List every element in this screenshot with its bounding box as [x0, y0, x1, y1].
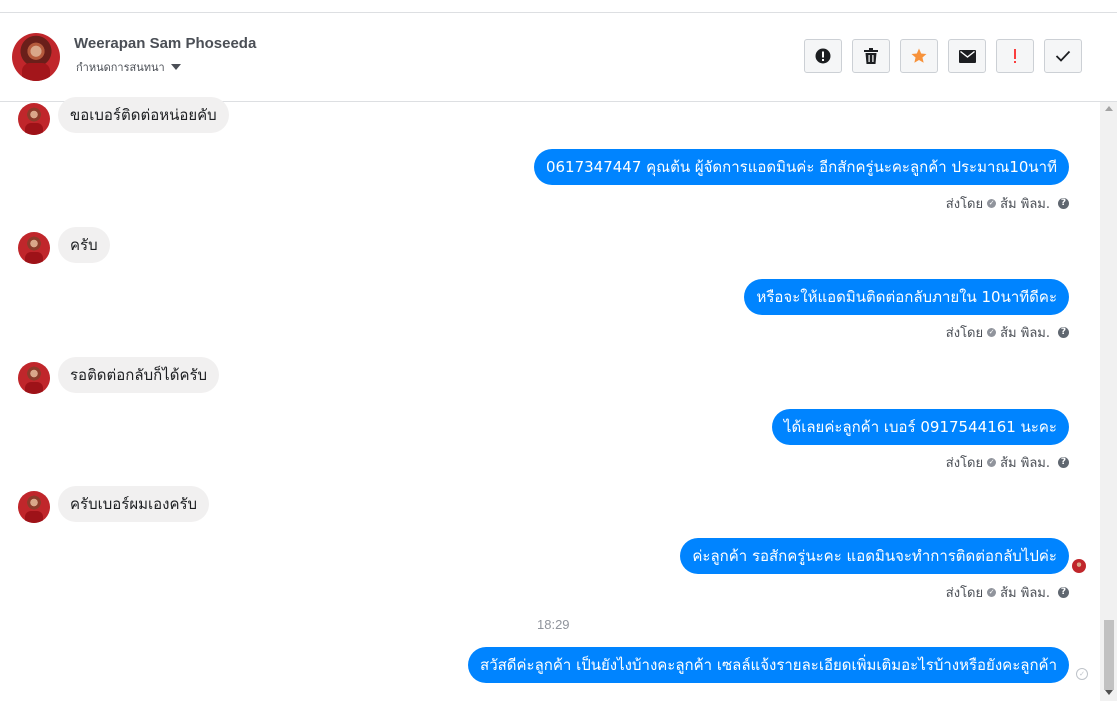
- incoming-message[interactable]: รอติดต่อกลับก็ได้ครับ: [58, 357, 220, 393]
- outgoing-message[interactable]: ค่ะลูกค้า รอสักครู่นะคะ แอดมินจะทำการติด…: [680, 538, 1069, 574]
- caret-down-icon: [170, 64, 181, 70]
- sent-by-name[interactable]: ส้ม พิลม.: [1000, 452, 1050, 473]
- info-icon: [815, 48, 831, 64]
- delete-button[interactable]: [852, 39, 890, 73]
- exclamation-icon: [1014, 49, 1016, 63]
- info-button[interactable]: [804, 39, 842, 73]
- star-icon: [911, 48, 927, 63]
- sender-avatar[interactable]: [18, 232, 50, 264]
- star-button[interactable]: [900, 39, 938, 73]
- flag-button[interactable]: [996, 39, 1034, 73]
- sent-by-line: ส่งโดย ✓ ส้ม พิลม. ?: [946, 452, 1069, 473]
- sent-by-name[interactable]: ส้ม พิลม.: [1000, 582, 1050, 603]
- contact-name[interactable]: Weerapan Sam Phoseeda: [74, 35, 256, 52]
- scrollbar-thumb[interactable]: [1104, 620, 1114, 690]
- sent-by-label: ส่งโดย: [945, 586, 984, 601]
- sender-avatar[interactable]: [18, 362, 50, 394]
- checkmark-circle-icon: ✓: [987, 328, 997, 337]
- checkmark-circle-icon: ✓: [987, 458, 997, 467]
- trash-icon: [864, 48, 878, 64]
- scrollbar[interactable]: [1100, 102, 1117, 701]
- help-icon[interactable]: ?: [1058, 457, 1069, 468]
- seen-by-avatar: [1072, 559, 1086, 573]
- checkmark-circle-icon: ✓: [987, 199, 997, 208]
- conversation-settings-dropdown[interactable]: กำหนดการสนทนา: [76, 58, 181, 76]
- outgoing-message[interactable]: 0617347447 คุณต้น ผู้จัดการแอดมินค่ะ อีก…: [533, 149, 1069, 185]
- incoming-message[interactable]: ครับ: [58, 227, 110, 263]
- sent-by-line: ส่งโดย ✓ ส้ม พิลม. ?: [946, 582, 1069, 603]
- checkmark-circle-icon: ✓: [987, 588, 997, 597]
- message-timestamp: 18:29: [537, 617, 570, 632]
- incoming-message[interactable]: ครับเบอร์ผมเองครับ: [58, 486, 210, 522]
- outgoing-message[interactable]: ได้เลยค่ะลูกค้า เบอร์ 0917544161 นะคะ: [771, 409, 1069, 445]
- scroll-down-arrow-icon[interactable]: [1105, 690, 1113, 695]
- done-button[interactable]: [1044, 39, 1082, 73]
- sender-avatar[interactable]: [18, 103, 50, 135]
- sent-by-line: ส่งโดย ✓ ส้ม พิลม. ?: [946, 193, 1069, 214]
- envelope-icon: [958, 49, 976, 63]
- sent-by-line: ส่งโดย ✓ ส้ม พิลม. ?: [946, 322, 1069, 343]
- mark-unread-button[interactable]: [948, 39, 986, 73]
- help-icon[interactable]: ?: [1058, 198, 1069, 209]
- help-icon[interactable]: ?: [1058, 327, 1069, 338]
- sent-by-label: ส่งโดย: [945, 456, 984, 471]
- outgoing-message[interactable]: หรือจะให้แอดมินติดต่อกลับภายใน 10นาทีดีค…: [744, 279, 1069, 315]
- help-icon[interactable]: ?: [1058, 587, 1069, 598]
- sent-by-label: ส่งโดย: [945, 197, 984, 212]
- outgoing-message[interactable]: สวัสดีค่ะลูกค้า เป็นยังไงบ้างคะลูกค้า เซ…: [468, 647, 1069, 683]
- conversation-settings-label: กำหนดการสนทนา: [76, 61, 165, 74]
- sent-by-name[interactable]: ส้ม พิลม.: [1000, 193, 1050, 214]
- sent-by-name[interactable]: ส้ม พิลม.: [1000, 322, 1050, 343]
- sender-avatar[interactable]: [18, 491, 50, 523]
- sent-status-icon: ✓: [1076, 668, 1088, 680]
- incoming-message[interactable]: ขอเบอร์ติดต่อหน่อยคับ: [58, 97, 229, 133]
- contact-avatar[interactable]: [12, 33, 60, 81]
- check-icon: [1055, 50, 1071, 62]
- sent-by-label: ส่งโดย: [945, 326, 984, 341]
- scroll-up-arrow-icon[interactable]: [1105, 106, 1113, 111]
- conversation-header: Weerapan Sam Phoseeda กำหนดการสนทนา: [0, 13, 1117, 102]
